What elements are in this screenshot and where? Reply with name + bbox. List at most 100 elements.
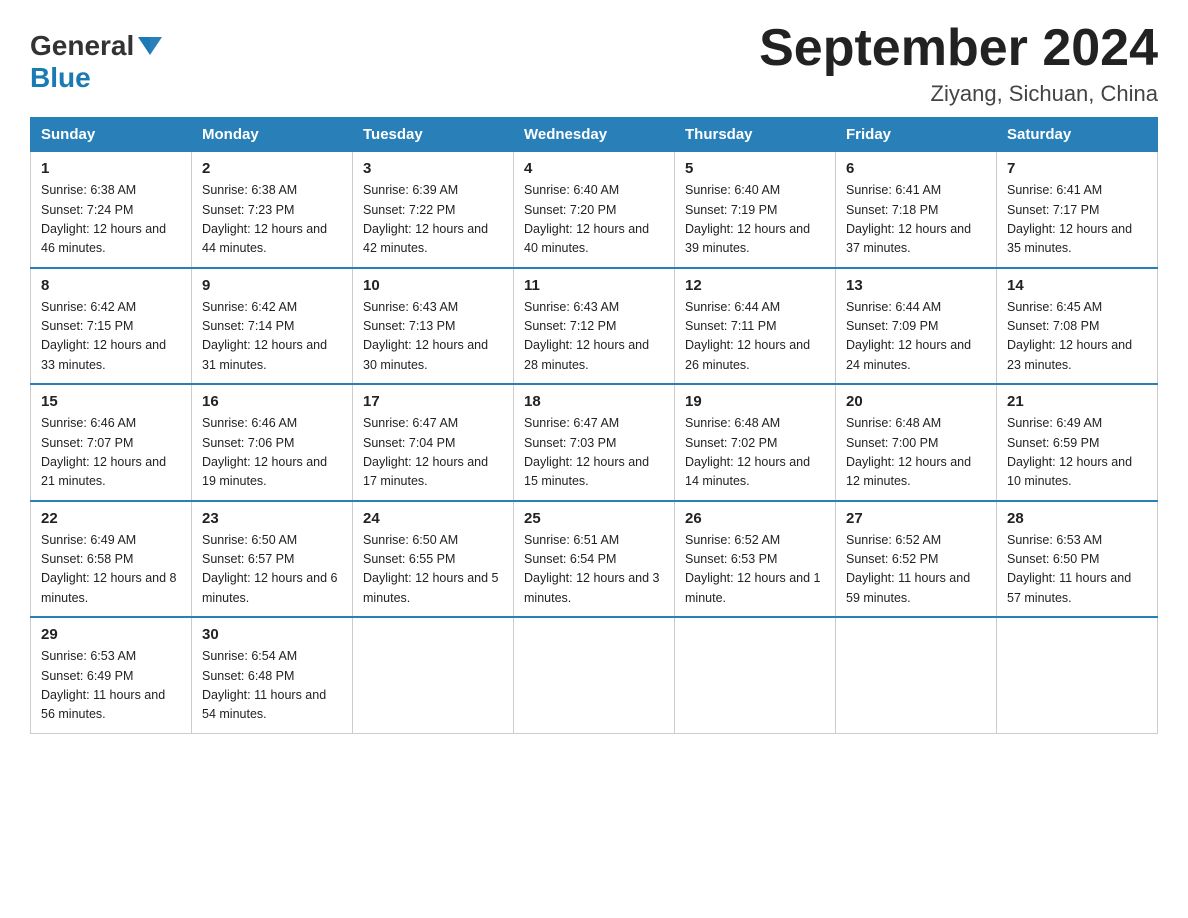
table-row: 16 Sunrise: 6:46 AMSunset: 7:06 PMDaylig… xyxy=(192,384,353,501)
table-row: 14 Sunrise: 6:45 AMSunset: 7:08 PMDaylig… xyxy=(997,268,1158,385)
day-info: Sunrise: 6:46 AMSunset: 7:06 PMDaylight:… xyxy=(202,416,327,488)
table-row: 25 Sunrise: 6:51 AMSunset: 6:54 PMDaylig… xyxy=(514,501,675,618)
table-row: 4 Sunrise: 6:40 AMSunset: 7:20 PMDayligh… xyxy=(514,152,675,268)
day-number: 16 xyxy=(202,393,342,410)
table-row: 6 Sunrise: 6:41 AMSunset: 7:18 PMDayligh… xyxy=(836,152,997,268)
table-row: 17 Sunrise: 6:47 AMSunset: 7:04 PMDaylig… xyxy=(353,384,514,501)
header-thursday: Thursday xyxy=(675,118,836,152)
table-row: 9 Sunrise: 6:42 AMSunset: 7:14 PMDayligh… xyxy=(192,268,353,385)
table-row xyxy=(514,617,675,733)
table-row: 28 Sunrise: 6:53 AMSunset: 6:50 PMDaylig… xyxy=(997,501,1158,618)
table-row: 20 Sunrise: 6:48 AMSunset: 7:00 PMDaylig… xyxy=(836,384,997,501)
calendar-week-row: 15 Sunrise: 6:46 AMSunset: 7:07 PMDaylig… xyxy=(31,384,1158,501)
table-row xyxy=(675,617,836,733)
day-number: 8 xyxy=(41,277,181,294)
table-row xyxy=(836,617,997,733)
day-number: 28 xyxy=(1007,510,1147,527)
header-tuesday: Tuesday xyxy=(353,118,514,152)
day-number: 22 xyxy=(41,510,181,527)
day-number: 17 xyxy=(363,393,503,410)
day-number: 12 xyxy=(685,277,825,294)
calendar-week-row: 8 Sunrise: 6:42 AMSunset: 7:15 PMDayligh… xyxy=(31,268,1158,385)
day-number: 21 xyxy=(1007,393,1147,410)
day-info: Sunrise: 6:51 AMSunset: 6:54 PMDaylight:… xyxy=(524,533,660,605)
day-info: Sunrise: 6:43 AMSunset: 7:13 PMDaylight:… xyxy=(363,300,488,372)
page-header: General Blue September 2024 Ziyang, Sich… xyxy=(30,20,1158,107)
day-info: Sunrise: 6:40 AMSunset: 7:20 PMDaylight:… xyxy=(524,183,649,255)
table-row: 22 Sunrise: 6:49 AMSunset: 6:58 PMDaylig… xyxy=(31,501,192,618)
logo: General Blue xyxy=(30,30,162,94)
table-row: 10 Sunrise: 6:43 AMSunset: 7:13 PMDaylig… xyxy=(353,268,514,385)
header-sunday: Sunday xyxy=(31,118,192,152)
day-info: Sunrise: 6:41 AMSunset: 7:18 PMDaylight:… xyxy=(846,183,971,255)
table-row: 26 Sunrise: 6:52 AMSunset: 6:53 PMDaylig… xyxy=(675,501,836,618)
day-number: 13 xyxy=(846,277,986,294)
day-info: Sunrise: 6:45 AMSunset: 7:08 PMDaylight:… xyxy=(1007,300,1132,372)
day-info: Sunrise: 6:39 AMSunset: 7:22 PMDaylight:… xyxy=(363,183,488,255)
day-info: Sunrise: 6:47 AMSunset: 7:04 PMDaylight:… xyxy=(363,416,488,488)
calendar-week-row: 22 Sunrise: 6:49 AMSunset: 6:58 PMDaylig… xyxy=(31,501,1158,618)
table-row xyxy=(353,617,514,733)
day-info: Sunrise: 6:52 AMSunset: 6:53 PMDaylight:… xyxy=(685,533,821,605)
table-row: 5 Sunrise: 6:40 AMSunset: 7:19 PMDayligh… xyxy=(675,152,836,268)
day-info: Sunrise: 6:42 AMSunset: 7:14 PMDaylight:… xyxy=(202,300,327,372)
day-info: Sunrise: 6:50 AMSunset: 6:57 PMDaylight:… xyxy=(202,533,338,605)
table-row: 18 Sunrise: 6:47 AMSunset: 7:03 PMDaylig… xyxy=(514,384,675,501)
table-row: 2 Sunrise: 6:38 AMSunset: 7:23 PMDayligh… xyxy=(192,152,353,268)
calendar-table: Sunday Monday Tuesday Wednesday Thursday… xyxy=(30,117,1158,734)
table-row: 29 Sunrise: 6:53 AMSunset: 6:49 PMDaylig… xyxy=(31,617,192,733)
day-number: 9 xyxy=(202,277,342,294)
day-info: Sunrise: 6:52 AMSunset: 6:52 PMDaylight:… xyxy=(846,533,970,605)
day-info: Sunrise: 6:40 AMSunset: 7:19 PMDaylight:… xyxy=(685,183,810,255)
table-row: 21 Sunrise: 6:49 AMSunset: 6:59 PMDaylig… xyxy=(997,384,1158,501)
day-number: 30 xyxy=(202,626,342,643)
location-subtitle: Ziyang, Sichuan, China xyxy=(759,81,1158,107)
table-row: 8 Sunrise: 6:42 AMSunset: 7:15 PMDayligh… xyxy=(31,268,192,385)
logo-text: General Blue xyxy=(30,30,162,94)
day-info: Sunrise: 6:53 AMSunset: 6:49 PMDaylight:… xyxy=(41,649,165,721)
table-row xyxy=(997,617,1158,733)
table-row: 11 Sunrise: 6:43 AMSunset: 7:12 PMDaylig… xyxy=(514,268,675,385)
day-number: 5 xyxy=(685,160,825,177)
day-number: 29 xyxy=(41,626,181,643)
day-info: Sunrise: 6:42 AMSunset: 7:15 PMDaylight:… xyxy=(41,300,166,372)
day-info: Sunrise: 6:49 AMSunset: 6:58 PMDaylight:… xyxy=(41,533,177,605)
day-number: 7 xyxy=(1007,160,1147,177)
logo-icon xyxy=(138,37,162,55)
day-info: Sunrise: 6:46 AMSunset: 7:07 PMDaylight:… xyxy=(41,416,166,488)
day-number: 3 xyxy=(363,160,503,177)
day-number: 14 xyxy=(1007,277,1147,294)
table-row: 23 Sunrise: 6:50 AMSunset: 6:57 PMDaylig… xyxy=(192,501,353,618)
day-number: 11 xyxy=(524,277,664,294)
calendar-week-row: 1 Sunrise: 6:38 AMSunset: 7:24 PMDayligh… xyxy=(31,152,1158,268)
day-number: 23 xyxy=(202,510,342,527)
table-row: 24 Sunrise: 6:50 AMSunset: 6:55 PMDaylig… xyxy=(353,501,514,618)
day-number: 1 xyxy=(41,160,181,177)
logo-general: General xyxy=(30,30,134,62)
table-row: 15 Sunrise: 6:46 AMSunset: 7:07 PMDaylig… xyxy=(31,384,192,501)
month-title: September 2024 xyxy=(759,20,1158,77)
day-info: Sunrise: 6:48 AMSunset: 7:00 PMDaylight:… xyxy=(846,416,971,488)
header-monday: Monday xyxy=(192,118,353,152)
table-row: 12 Sunrise: 6:44 AMSunset: 7:11 PMDaylig… xyxy=(675,268,836,385)
header-friday: Friday xyxy=(836,118,997,152)
day-info: Sunrise: 6:44 AMSunset: 7:09 PMDaylight:… xyxy=(846,300,971,372)
day-info: Sunrise: 6:53 AMSunset: 6:50 PMDaylight:… xyxy=(1007,533,1131,605)
day-number: 20 xyxy=(846,393,986,410)
day-info: Sunrise: 6:38 AMSunset: 7:24 PMDaylight:… xyxy=(41,183,166,255)
day-number: 24 xyxy=(363,510,503,527)
day-number: 15 xyxy=(41,393,181,410)
weekday-header-row: Sunday Monday Tuesday Wednesday Thursday… xyxy=(31,118,1158,152)
day-info: Sunrise: 6:50 AMSunset: 6:55 PMDaylight:… xyxy=(363,533,499,605)
table-row: 3 Sunrise: 6:39 AMSunset: 7:22 PMDayligh… xyxy=(353,152,514,268)
day-number: 4 xyxy=(524,160,664,177)
day-number: 19 xyxy=(685,393,825,410)
day-info: Sunrise: 6:54 AMSunset: 6:48 PMDaylight:… xyxy=(202,649,326,721)
header-wednesday: Wednesday xyxy=(514,118,675,152)
logo-blue: Blue xyxy=(30,62,91,93)
day-info: Sunrise: 6:48 AMSunset: 7:02 PMDaylight:… xyxy=(685,416,810,488)
table-row: 7 Sunrise: 6:41 AMSunset: 7:17 PMDayligh… xyxy=(997,152,1158,268)
table-row: 1 Sunrise: 6:38 AMSunset: 7:24 PMDayligh… xyxy=(31,152,192,268)
day-number: 18 xyxy=(524,393,664,410)
day-info: Sunrise: 6:41 AMSunset: 7:17 PMDaylight:… xyxy=(1007,183,1132,255)
